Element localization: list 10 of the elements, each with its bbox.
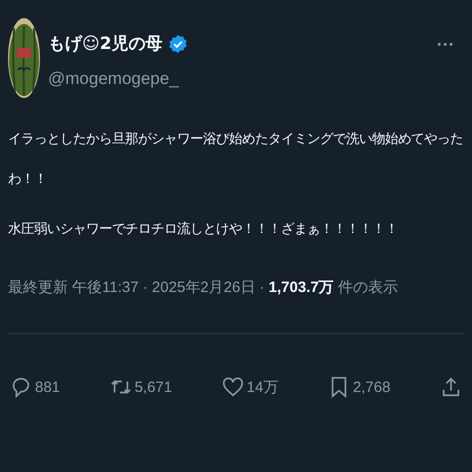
- tweet-text: 水圧弱いシャワーでチロチロ流しとけや！！！ざまぁ！！！！！！: [8, 220, 399, 239]
- more-button[interactable]: •••: [432, 38, 458, 53]
- author-handle: @mogemogepe_: [48, 69, 180, 89]
- reply-button[interactable]: 881: [10, 374, 60, 400]
- tweet-metadata: 最終更新 午後11:37 · 2025年2月26日 · 1,703.7万 件の表示: [8, 278, 399, 297]
- bookmark-button[interactable]: 2,768: [328, 374, 390, 400]
- tweet-text: イラっとしたから旦那がシャワー浴び始めたタイミングで洗い物始めてやったわ！！: [8, 131, 464, 189]
- repost-button[interactable]: 5,671: [110, 374, 172, 400]
- like-button[interactable]: 14万: [222, 374, 278, 400]
- author-name: もげ☺2児の母: [48, 33, 163, 55]
